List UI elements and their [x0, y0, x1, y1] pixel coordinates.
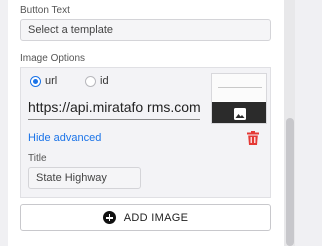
thumbnail-preview: [212, 74, 266, 101]
button-text-select[interactable]: Select a template: [20, 19, 271, 41]
thumbnail-preview-line: [218, 87, 262, 88]
trash-icon[interactable]: [247, 131, 259, 145]
add-image-label: ADD IMAGE: [123, 211, 189, 224]
radio-id[interactable]: id: [85, 75, 109, 87]
add-image-button[interactable]: ADD IMAGE: [20, 204, 271, 231]
image-url-input[interactable]: https://api.miratafo rms.com/: [28, 99, 200, 120]
image-options-label: Image Options: [20, 53, 86, 64]
image-icon[interactable]: [233, 107, 247, 121]
image-thumbnail[interactable]: [211, 73, 267, 124]
radio-url-dot[interactable]: [30, 75, 41, 87]
radio-id-label: id: [100, 75, 109, 87]
title-label: Title: [28, 153, 47, 164]
button-text-label: Button Text: [20, 5, 70, 16]
thumbnail-toolbar[interactable]: [212, 102, 266, 123]
button-text-placeholder: Select a template: [28, 24, 113, 36]
add-circle-icon: [102, 211, 116, 224]
radio-url[interactable]: url: [30, 75, 57, 87]
hide-advanced-link[interactable]: Hide advanced: [28, 132, 101, 144]
radio-url-label: url: [45, 75, 58, 87]
title-input[interactable]: State Highway: [28, 167, 141, 189]
title-input-value: State Highway: [36, 172, 107, 184]
scrollbar-thumb[interactable]: [286, 118, 294, 246]
radio-id-dot[interactable]: [85, 75, 96, 87]
